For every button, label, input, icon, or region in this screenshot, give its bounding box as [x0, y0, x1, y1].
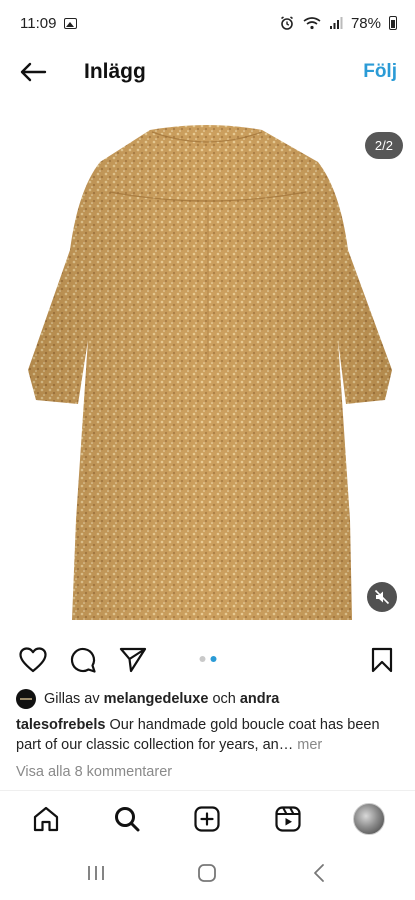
- save-button[interactable]: [367, 645, 397, 675]
- page-title: Inlägg: [84, 60, 146, 83]
- likes-summary[interactable]: Gillas av melangedeluxe och andra: [16, 688, 399, 710]
- nav-reels[interactable]: [270, 801, 306, 837]
- post-image[interactable]: 2/2: [0, 100, 415, 630]
- chevron-left-icon: [314, 864, 325, 882]
- likes-prefix: Gillas av: [44, 691, 100, 707]
- reels-icon: [275, 805, 301, 832]
- profile-avatar: [352, 802, 385, 835]
- wifi-icon: [303, 17, 321, 30]
- post-caption: talesofrebels Our handmade gold boucle c…: [16, 715, 399, 755]
- carousel-indicator: [199, 656, 216, 662]
- alarm-icon: [280, 16, 293, 30]
- nav-search[interactable]: [109, 801, 145, 837]
- status-bar: 11:09 78%: [0, 0, 415, 46]
- like-button[interactable]: [18, 645, 48, 675]
- recent-apps-icon: [87, 866, 104, 880]
- likes-others[interactable]: andra: [240, 691, 280, 707]
- search-icon: [114, 806, 140, 831]
- back-button[interactable]: [18, 57, 48, 87]
- add-post-icon: [194, 805, 221, 832]
- liker-avatar: [16, 689, 36, 709]
- recent-apps-button[interactable]: [76, 858, 116, 888]
- status-time: 11:09: [20, 14, 57, 32]
- view-all-comments-link[interactable]: Visa alla 8 kommentarer: [16, 764, 172, 780]
- gallery-notification-icon: [64, 17, 78, 29]
- comment-bubble-icon: [70, 647, 96, 673]
- home-icon: [34, 806, 59, 831]
- bottom-navigation: [0, 790, 415, 846]
- system-navigation: [0, 846, 415, 900]
- comment-button[interactable]: [68, 645, 98, 675]
- status-right: 78%: [279, 15, 397, 32]
- nav-home[interactable]: [28, 801, 64, 837]
- likes-conjunction: och: [212, 691, 236, 707]
- battery-icon: [389, 16, 397, 30]
- post-actions: [0, 640, 415, 680]
- caption-more-link[interactable]: mer: [297, 737, 322, 753]
- sound-off-icon: [374, 589, 390, 605]
- nav-profile[interactable]: [351, 801, 387, 837]
- home-square-icon: [198, 864, 217, 882]
- share-button[interactable]: [118, 645, 148, 675]
- battery-percentage: 78%: [350, 14, 381, 32]
- back-arrow-icon: [20, 62, 47, 82]
- post-header: Inlägg Följ: [0, 48, 415, 96]
- paper-plane-icon: [119, 647, 147, 673]
- coat-photo: [28, 125, 392, 620]
- caption-username[interactable]: talesofrebels: [16, 717, 105, 733]
- carousel-dot-active: [210, 656, 216, 662]
- follow-button[interactable]: Följ: [363, 61, 397, 83]
- mute-button[interactable]: [367, 582, 397, 612]
- signal-icon: [329, 17, 343, 29]
- carousel-dot: [199, 656, 205, 662]
- back-system-button[interactable]: [299, 858, 339, 888]
- status-left: 11:09: [20, 14, 78, 32]
- home-system-button[interactable]: [187, 858, 227, 888]
- image-counter-badge: 2/2: [364, 132, 403, 159]
- bookmark-icon: [371, 647, 393, 673]
- nav-create[interactable]: [189, 801, 225, 837]
- liker-username[interactable]: melangedeluxe: [104, 691, 209, 707]
- heart-icon: [19, 647, 47, 673]
